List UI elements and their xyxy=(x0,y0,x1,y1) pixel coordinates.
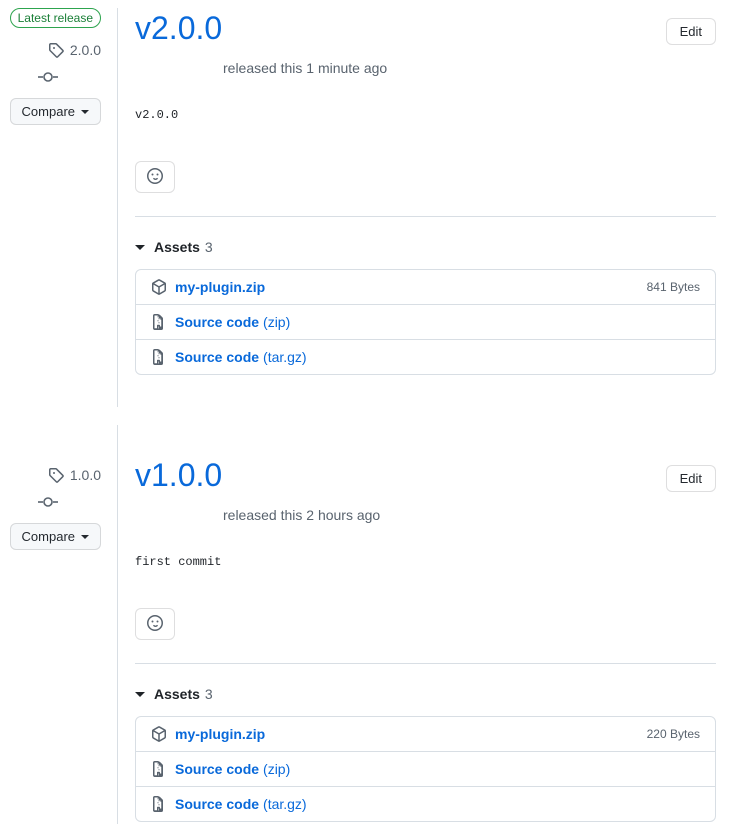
section-divider xyxy=(135,663,716,664)
asset-row[interactable]: my-plugin.zip 220 Bytes xyxy=(136,717,715,751)
tag-icon xyxy=(48,467,64,483)
add-reaction-button[interactable] xyxy=(135,161,175,193)
compare-button-wrap: Compare xyxy=(0,523,101,550)
asset-name[interactable]: Source code xyxy=(175,759,259,779)
asset-row[interactable]: Source code (zip) xyxy=(136,751,715,786)
release-body: first commit xyxy=(135,555,222,569)
release-entry: 1.0.0 Compare v1.0.0 Edit released this … xyxy=(0,425,752,824)
chevron-down-icon xyxy=(81,109,89,114)
reaction-bar xyxy=(135,608,716,640)
release-sidebar: Latest release 2.0.0 Compare xyxy=(0,8,117,407)
release-title[interactable]: v2.0.0 xyxy=(135,8,222,48)
chevron-down-icon xyxy=(135,244,145,250)
tag-name[interactable]: 1.0.0 xyxy=(70,465,101,485)
add-reaction-button[interactable] xyxy=(135,608,175,640)
asset-row[interactable]: Source code (tar.gz) xyxy=(136,786,715,821)
release-title[interactable]: v1.0.0 xyxy=(135,455,222,495)
released-timestamp: released this 2 hours ago xyxy=(223,507,381,523)
file-zip-icon xyxy=(151,314,167,330)
assets-label: Assets xyxy=(154,686,200,702)
tag-row[interactable]: 1.0.0 xyxy=(0,465,101,485)
compare-button[interactable]: Compare xyxy=(9,523,101,550)
file-zip-icon xyxy=(151,796,167,812)
assets-list: my-plugin.zip 220 Bytes Source code (zip… xyxy=(135,716,716,822)
chevron-down-icon xyxy=(81,534,89,539)
asset-name[interactable]: Source code xyxy=(175,347,259,367)
assets-list: my-plugin.zip 841 Bytes Source code (zip… xyxy=(135,269,716,375)
reaction-bar xyxy=(135,161,716,193)
asset-name[interactable]: my-plugin.zip xyxy=(175,277,265,297)
asset-suffix: (tar.gz) xyxy=(263,349,307,365)
smiley-icon xyxy=(147,167,163,187)
commit-row[interactable] xyxy=(0,69,101,85)
release-header: v2.0.0 Edit xyxy=(135,8,716,48)
asset-row[interactable]: Source code (tar.gz) xyxy=(136,339,715,374)
commit-row[interactable] xyxy=(0,494,101,510)
asset-row[interactable]: my-plugin.zip 841 Bytes xyxy=(136,270,715,304)
asset-suffix: (tar.gz) xyxy=(263,796,307,812)
edit-button[interactable]: Edit xyxy=(665,465,716,492)
tag-row[interactable]: 2.0.0 xyxy=(0,40,101,60)
compare-button[interactable]: Compare xyxy=(9,98,101,125)
asset-suffix: (zip) xyxy=(263,314,291,330)
asset-row[interactable]: Source code (zip) xyxy=(136,304,715,339)
release-sidebar: 1.0.0 Compare xyxy=(0,425,117,824)
assets-count: 3 xyxy=(204,686,213,702)
package-icon xyxy=(151,726,167,742)
chevron-down-icon xyxy=(135,691,145,697)
assets-toggle[interactable]: Assets 3 xyxy=(135,684,716,704)
released-timestamp: released this 1 minute ago xyxy=(223,60,388,76)
edit-button-label: Edit xyxy=(679,471,702,486)
latest-release-badge[interactable]: Latest release xyxy=(9,8,101,28)
file-zip-icon xyxy=(151,349,167,365)
compare-button-label: Compare xyxy=(21,104,75,119)
release-main: v1.0.0 Edit released this 2 hours ago fi… xyxy=(117,425,752,824)
asset-suffix: (zip) xyxy=(263,761,291,777)
assets-label: Assets xyxy=(154,239,200,255)
release-main: v2.0.0 Edit released this 1 minute ago v… xyxy=(117,8,752,407)
release-body: v2.0.0 xyxy=(135,108,179,122)
assets-count: 3 xyxy=(204,239,213,255)
file-zip-icon xyxy=(151,761,167,777)
commit-node-icon xyxy=(37,494,59,510)
tag-icon xyxy=(48,42,64,58)
compare-button-label: Compare xyxy=(21,529,75,544)
asset-size: 220 Bytes xyxy=(646,727,700,741)
latest-release-badge-wrap: Latest release xyxy=(0,8,101,28)
edit-button[interactable]: Edit xyxy=(665,18,716,45)
commit-node-icon xyxy=(37,69,59,85)
asset-name[interactable]: Source code xyxy=(175,312,259,332)
releases-page: Latest release 2.0.0 Compare v2.0.0 Edit… xyxy=(0,0,752,824)
section-divider xyxy=(135,216,716,217)
asset-name[interactable]: my-plugin.zip xyxy=(175,724,265,744)
package-icon xyxy=(151,279,167,295)
compare-button-wrap: Compare xyxy=(0,98,101,125)
asset-size: 841 Bytes xyxy=(646,280,700,294)
tag-name[interactable]: 2.0.0 xyxy=(70,40,101,60)
asset-name[interactable]: Source code xyxy=(175,794,259,814)
smiley-icon xyxy=(147,614,163,634)
assets-toggle[interactable]: Assets 3 xyxy=(135,237,716,257)
release-entry: Latest release 2.0.0 Compare v2.0.0 Edit… xyxy=(0,0,752,407)
edit-button-label: Edit xyxy=(679,24,702,39)
release-header: v1.0.0 Edit xyxy=(135,455,716,495)
